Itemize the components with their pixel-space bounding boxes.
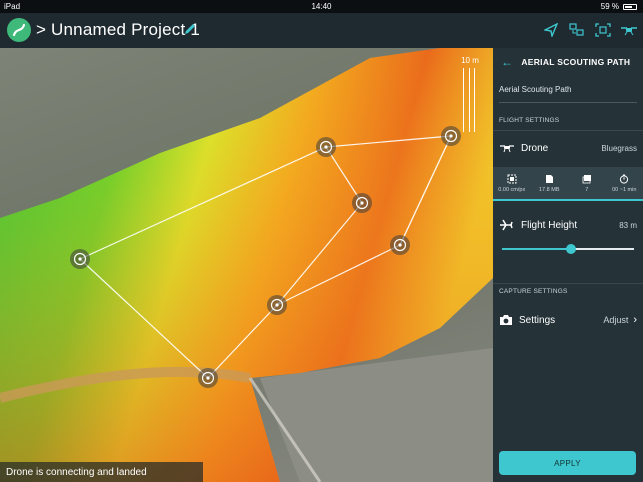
chevron-right-icon: › [633, 314, 637, 326]
send-icon[interactable] [541, 20, 561, 40]
stat-photos: 7 [568, 167, 606, 199]
stat-resolution: 0.00 cm/px [493, 167, 531, 199]
toolbar [541, 20, 639, 40]
stat-duration: 00 ~1 min [606, 167, 643, 199]
project-title[interactable]: > Unnamed Project 1 [36, 20, 200, 40]
drone-selector[interactable]: Drone Bluegrass [493, 135, 643, 161]
drone-label: Drone [521, 142, 549, 154]
path-name-field[interactable]: Aerial Scouting Path [499, 81, 637, 103]
sd-card-icon [546, 174, 554, 183]
settings-value: Adjust [603, 315, 629, 325]
status-right: 59 % [601, 2, 637, 11]
stat-duration-value: 00 ~1 min [612, 186, 637, 193]
settings-label: Settings [519, 314, 556, 326]
back-arrow-icon[interactable]: ← [501, 55, 513, 69]
flight-height-label: Flight Height [521, 219, 578, 231]
panel-title: AERIAL SCOUTING PATH [521, 56, 631, 67]
flight-height-row: Flight Height 83 m [493, 213, 643, 237]
slider-fill [502, 248, 571, 250]
drone-icon [500, 145, 514, 153]
map-layers-icon[interactable] [567, 20, 587, 40]
stat-resolution-value: 0.00 cm/px [498, 186, 526, 193]
frame-icon[interactable] [593, 20, 613, 40]
resolution-icon [507, 174, 517, 183]
photos-icon [582, 174, 591, 183]
map-scale-bar [463, 68, 475, 132]
stat-storage-value: 17.8 MB [539, 186, 560, 193]
airplane-icon [500, 219, 513, 231]
waypoint[interactable] [70, 249, 90, 269]
flight-stats: 0.00 cm/px 17.8 MB 7 00 ~1 min [493, 167, 643, 201]
capture-settings-row[interactable]: Settings Adjust › [493, 307, 643, 333]
map-scale-label: 10 m [461, 56, 479, 65]
ndvi-overlay [0, 48, 493, 482]
clock: 14:40 [311, 2, 332, 11]
flight-settings-panel: ← AERIAL SCOUTING PATH Aerial Scouting P… [493, 48, 643, 482]
slider-thumb[interactable] [565, 244, 576, 254]
drone-status-message: Drone is connecting and landed [0, 462, 203, 482]
drone-value: Bluegrass [601, 143, 637, 153]
waypoint[interactable] [267, 295, 287, 315]
flight-settings-header: FLIGHT SETTINGS [493, 117, 643, 131]
timer-icon [620, 174, 629, 184]
flight-height-slider[interactable] [502, 243, 634, 255]
waypoint[interactable] [352, 193, 372, 213]
waypoint[interactable] [390, 235, 410, 255]
panel-header: ← AERIAL SCOUTING PATH [493, 48, 643, 75]
waypoint[interactable] [198, 368, 218, 388]
app-logo-icon[interactable] [7, 18, 31, 42]
app-root: iPad 14:40 59 % > Unnamed Project 1 10 m… [0, 0, 643, 482]
camera-icon [500, 315, 512, 325]
waypoint[interactable] [316, 137, 336, 157]
apply-button[interactable]: APPLY [499, 451, 636, 475]
stat-storage: 17.8 MB [531, 167, 569, 199]
drone-icon[interactable] [619, 20, 639, 40]
map-canvas[interactable]: 10 m Drone is connecting and landed [0, 48, 493, 482]
battery-icon [623, 3, 637, 10]
flight-height-value: 83 m [619, 220, 637, 230]
stat-photos-value: 7 [585, 186, 589, 193]
battery-percent: 59 % [600, 2, 619, 11]
capture-settings-header: CAPTURE SETTINGS [493, 283, 643, 297]
waypoint[interactable] [441, 126, 461, 146]
ios-status-bar: iPad 14:40 59 % [0, 0, 643, 13]
edit-pencil-icon[interactable] [183, 22, 197, 36]
app-bar: > Unnamed Project 1 [0, 13, 643, 48]
